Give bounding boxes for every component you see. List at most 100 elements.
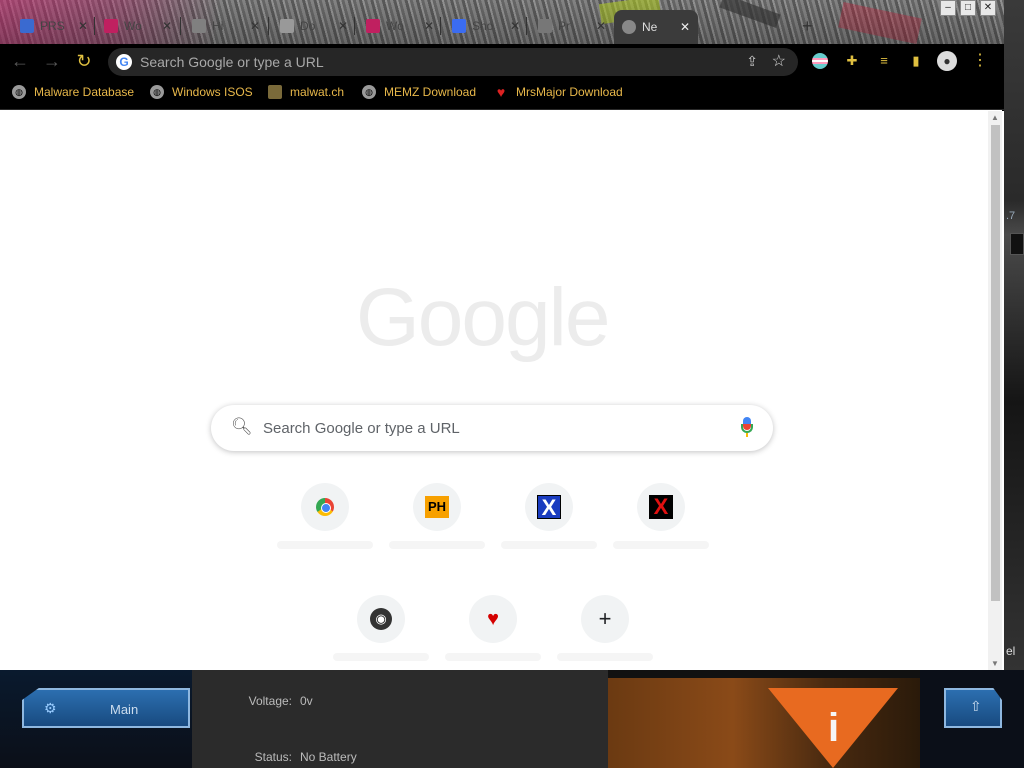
close-icon[interactable]: ✕ — [424, 19, 434, 33]
address-bar[interactable]: G Search Google or type a URL ⇪ ☆ — [108, 48, 798, 76]
dashboard-left-panel: ⚙ Main — [0, 670, 192, 768]
bookmark-star-icon[interactable]: ☆ — [772, 51, 786, 71]
bookmark-label: MEMZ Download — [384, 85, 477, 99]
up-arrow-icon: ⇧ — [970, 698, 982, 714]
tab-title: PRS — [40, 19, 65, 33]
shortcut-tile[interactable]: PH — [381, 483, 493, 563]
scrollbar-thumb[interactable] — [991, 125, 1000, 601]
extension-flag-icon[interactable] — [812, 53, 828, 69]
bookmark-mrsmajor-download[interactable]: ♥ MrsMajor Download — [494, 85, 623, 99]
tab-title: Hi — [212, 19, 224, 33]
browser-toolbar: ← → ↻ G Search Google or type a URL ⇪ ☆ … — [0, 44, 1004, 78]
scroll-down-arrow-icon[interactable]: ▼ — [991, 659, 999, 668]
close-icon[interactable]: ✕ — [78, 19, 88, 33]
tab-separator — [268, 17, 269, 35]
tab-favicon — [104, 19, 118, 33]
globe-icon: ◍ — [150, 85, 164, 99]
x-blue-icon: X — [537, 495, 561, 520]
tab-5[interactable]: Wo ✕ — [358, 12, 442, 40]
shortcut-tile[interactable] — [269, 483, 381, 563]
share-icon[interactable]: ⇪ — [746, 53, 758, 70]
shortcut-icon-circle: PH — [413, 483, 461, 531]
shortcut-tile[interactable]: ♥ — [437, 595, 549, 675]
bookmark-label: Windows ISOS — [172, 85, 253, 99]
search-input[interactable] — [263, 416, 703, 440]
upload-button[interactable]: ⇧ — [944, 688, 1002, 728]
tab-title: Do — [300, 19, 316, 33]
tab-favicon — [622, 20, 636, 34]
tab-favicon — [192, 19, 206, 33]
tab-separator — [440, 17, 441, 35]
profile-avatar-icon[interactable]: ● — [937, 51, 957, 71]
vertical-scrollbar[interactable]: ▲ ▼ — [988, 111, 1002, 670]
gear-icon: ⚙ — [44, 700, 57, 716]
globe-icon: ◍ — [362, 85, 376, 99]
tab-2[interactable]: Wo ✕ — [96, 12, 180, 40]
shortcut-tile[interactable]: ◉ — [325, 595, 437, 675]
back-arrow-icon[interactable]: ← — [10, 51, 30, 71]
tab-separator — [526, 17, 527, 35]
close-window-button[interactable]: ✕ — [980, 0, 996, 16]
status-label: Status: — [254, 750, 292, 764]
minimize-button[interactable]: – — [940, 0, 956, 16]
shortcut-icon-circle: + — [581, 595, 629, 643]
bookmark-malware-database[interactable]: ◍ Malware Database — [12, 85, 134, 99]
voltage-row: Voltage: 0v — [232, 694, 313, 708]
heart-icon: ♥ — [496, 84, 506, 100]
tab-3[interactable]: Hi ✕ — [184, 12, 268, 40]
add-shortcut-tile[interactable]: + — [549, 595, 661, 675]
close-icon[interactable]: ✕ — [596, 19, 606, 33]
extensions-puzzle-icon[interactable]: ✚ — [844, 53, 860, 69]
shortcut-icon-circle: ♥ — [469, 595, 517, 643]
new-tab-button[interactable]: + — [802, 16, 813, 37]
status-value: No Battery — [300, 750, 357, 764]
bookmark-windows-isos[interactable]: ◍ Windows ISOS — [150, 85, 253, 99]
close-icon[interactable]: ✕ — [338, 19, 348, 33]
chrome-icon — [316, 498, 334, 516]
desktop-text-fragment: .7 — [1006, 210, 1016, 222]
close-icon[interactable]: ✕ — [250, 19, 260, 33]
google-search-box[interactable]: 🔍︎ — [211, 405, 773, 451]
shortcut-tile[interactable]: X — [605, 483, 717, 563]
shortcut-label-blurred — [557, 653, 653, 661]
forward-arrow-icon[interactable]: → — [42, 51, 62, 71]
reload-icon[interactable]: ↻ — [74, 51, 94, 71]
desktop-right-strip: .7 el — [1004, 0, 1024, 670]
raccoon-icon: ◉ — [370, 608, 392, 630]
tab-new-tab-active[interactable]: Ne ✕ — [614, 10, 699, 44]
bookmark-memz-download[interactable]: ◍ MEMZ Download — [362, 85, 476, 99]
tab-favicon — [20, 19, 34, 33]
tab-favicon — [452, 19, 466, 33]
shortcut-label-blurred — [277, 541, 373, 549]
more-menu-icon[interactable]: ⋮ — [972, 53, 988, 69]
bookmark-label: Malware Database — [34, 85, 135, 99]
dashboard-status-panel: Voltage: 0v Status: No Battery — [192, 670, 608, 768]
shortcut-icon-circle: X — [637, 483, 685, 531]
shortcut-tile[interactable]: X — [493, 483, 605, 563]
theme-splash — [719, 0, 781, 28]
status-row: Status: No Battery — [232, 750, 357, 764]
main-button[interactable]: ⚙ Main — [22, 688, 190, 728]
tab-title: Sho — [472, 19, 494, 33]
tab-6[interactable]: Sho ✕ — [444, 12, 528, 40]
close-icon[interactable]: ✕ — [680, 20, 690, 34]
tab-separator — [354, 17, 355, 35]
bookmark-malwatch[interactable]: malwat.ch — [268, 85, 344, 99]
tab-7[interactable]: Pr ✕ — [530, 12, 614, 40]
shortcut-icon-circle — [301, 483, 349, 531]
maximize-button[interactable]: □ — [960, 0, 976, 16]
close-icon[interactable]: ✕ — [162, 19, 172, 33]
scroll-up-arrow-icon[interactable]: ▲ — [991, 113, 999, 122]
tab-title: Ne — [642, 20, 658, 34]
tab-favicon — [538, 19, 552, 33]
tab-1[interactable]: PRS ✕ — [12, 12, 96, 40]
side-panel-icon[interactable]: ▮ — [908, 53, 924, 69]
reading-list-icon[interactable]: ≡ — [876, 53, 892, 69]
close-icon[interactable]: ✕ — [510, 19, 520, 33]
shortcut-label-blurred — [613, 541, 709, 549]
bookmark-label: malwat.ch — [290, 85, 345, 99]
shortcut-label-blurred — [445, 653, 541, 661]
google-logo: Google — [356, 272, 610, 363]
microphone-icon[interactable] — [741, 417, 753, 437]
tab-4[interactable]: Do ✕ — [272, 12, 356, 40]
